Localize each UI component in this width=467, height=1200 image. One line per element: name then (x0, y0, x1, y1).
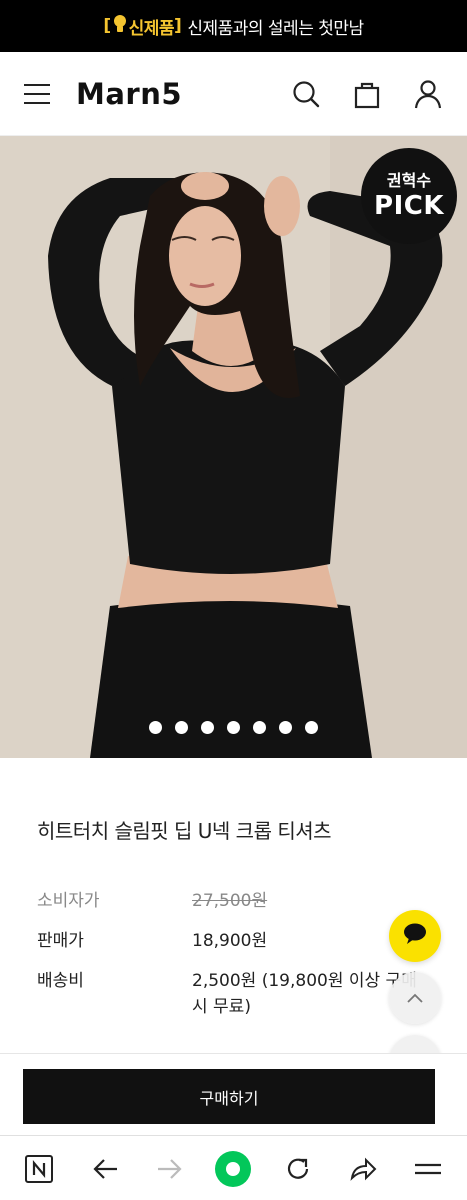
carousel-dot[interactable] (305, 721, 318, 734)
brand-logo[interactable]: Marn5 (76, 76, 182, 112)
site-header: Marn5 (0, 52, 467, 136)
menu-icon[interactable] (24, 84, 50, 106)
refresh-icon[interactable] (281, 1152, 315, 1186)
carousel-dot[interactable] (149, 721, 162, 734)
pick-badge-name: 권혁수 (386, 171, 432, 190)
browser-menu-icon[interactable] (411, 1152, 445, 1186)
user-icon[interactable] (412, 78, 444, 110)
carousel-dot[interactable] (201, 721, 214, 734)
lightbulb-icon (113, 14, 127, 39)
share-icon[interactable] (346, 1152, 380, 1186)
promo-bracket-open: [ (103, 16, 111, 36)
naver-home-icon[interactable] (22, 1152, 56, 1186)
promo-banner[interactable]: [ 신제품 ] 신제품과의 설레는 첫만남 (0, 0, 467, 52)
product-title: 히트터치 슬림핏 딥 U넥 크롭 티셔츠 (37, 819, 332, 843)
product-image-carousel[interactable]: 권혁수 PICK (0, 136, 467, 758)
shipping-label: 배송비 (37, 971, 84, 991)
carousel-dot[interactable] (279, 721, 292, 734)
carousel-pagination (0, 721, 467, 734)
green-home-icon[interactable] (214, 1150, 252, 1188)
carousel-dot[interactable] (175, 721, 188, 734)
browser-toolbar (0, 1135, 467, 1200)
buy-button[interactable]: 구매하기 (23, 1069, 435, 1124)
consumer-price-label: 소비자가 (37, 891, 100, 911)
chevron-up-icon (406, 989, 424, 1008)
sale-price-label: 판매가 (37, 931, 84, 951)
promo-message: 신제품과의 설레는 첫만남 (187, 18, 364, 39)
shopping-bag-icon[interactable] (351, 78, 383, 110)
search-icon[interactable] (290, 78, 322, 110)
chat-bubble-icon (402, 922, 428, 950)
back-arrow-icon[interactable] (88, 1152, 122, 1186)
pick-badge-label: PICK (374, 191, 444, 221)
purchase-bar: 구매하기 (0, 1053, 467, 1135)
scroll-up-button[interactable] (389, 972, 441, 1024)
consumer-price-value: 27,500원 (192, 891, 268, 911)
promo-tag: 신제품 (128, 18, 175, 39)
forward-arrow-icon[interactable] (153, 1152, 187, 1186)
carousel-dot[interactable] (253, 721, 266, 734)
promo-bracket-close: ] (174, 16, 182, 36)
pick-badge: 권혁수 PICK (361, 148, 457, 244)
chat-button[interactable] (389, 910, 441, 962)
carousel-dot[interactable] (227, 721, 240, 734)
